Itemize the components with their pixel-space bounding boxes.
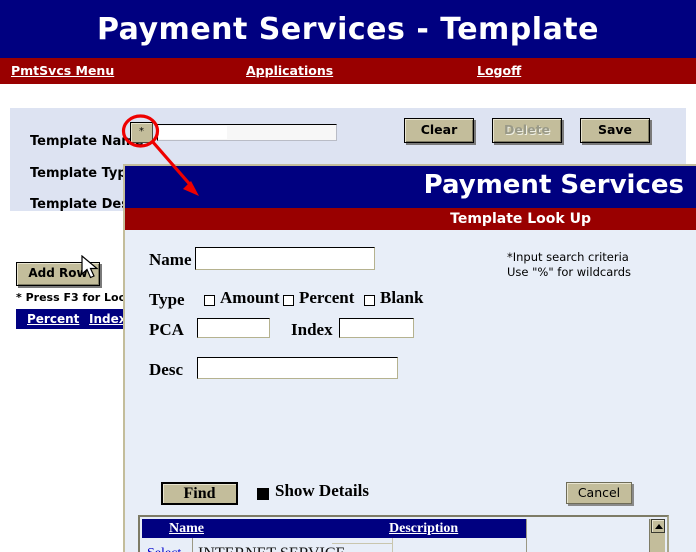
delete-button: Delete (492, 118, 562, 143)
application-page: Payment Services - Template PmtSvcs Menu… (0, 0, 696, 552)
mouse-cursor-icon (81, 255, 99, 279)
show-details-label: Show Details (275, 481, 369, 500)
dialog-desc-label: Desc (149, 360, 183, 379)
lookup-results-inner: Select HEATING Select INTERNET SERVICE (142, 519, 649, 552)
dialog-name-input[interactable] (195, 247, 375, 270)
template-name-input[interactable] (157, 124, 337, 141)
page-banner: Payment Services - Template (0, 0, 696, 58)
cancel-button[interactable]: Cancel (566, 482, 632, 504)
results-column-divider (526, 519, 527, 552)
detail-grid-header: Percent Index* (16, 309, 133, 329)
row-gridline-vertical (392, 544, 393, 552)
table-row[interactable]: Select INTERNET SERVICE (142, 544, 526, 552)
template-desc-label: Template Desc (30, 197, 137, 212)
template-name-label: Template Name (30, 134, 144, 149)
dialog-body: Name Type Amount Percent Blank PCA Index… (125, 230, 696, 552)
dialog-title: Payment Services (423, 170, 684, 200)
dialog-index-label: Index (291, 320, 333, 339)
template-name-lookup-button[interactable]: * (130, 122, 153, 143)
dialog-type-percent-label: Percent (299, 288, 355, 307)
dialog-index-input[interactable] (339, 318, 414, 338)
template-name-input-highlight (159, 126, 227, 139)
dialog-type-blank-checkbox[interactable] (364, 295, 375, 306)
template-type-label: Template Typ (30, 166, 127, 181)
dialog-type-amount-label: Amount (220, 288, 280, 307)
search-criteria-hint: *Input search criteria Use "%" for wildc… (507, 250, 631, 280)
results-vertical-scrollbar[interactable] (649, 519, 665, 552)
row-name: INTERNET SERVICE (198, 545, 345, 552)
nav-link-applications[interactable]: Applications (246, 63, 333, 78)
dialog-name-label: Name (149, 250, 192, 269)
lookup-results-panel: Select HEATING Select INTERNET SERVICE (138, 515, 669, 552)
clear-button[interactable]: Clear (404, 118, 474, 143)
dialog-type-label: Type (149, 290, 185, 309)
save-button[interactable]: Save (580, 118, 650, 143)
dialog-pca-label: PCA (149, 320, 184, 339)
results-table-header: Name Description (142, 519, 526, 538)
chevron-up-icon (655, 524, 663, 529)
dialog-desc-input[interactable] (197, 357, 398, 379)
dialog-type-percent-checkbox[interactable] (283, 295, 294, 306)
show-details-checkbox[interactable] (257, 488, 269, 500)
detail-grid-header-percent[interactable]: Percent (27, 312, 79, 326)
scrollbar-up-button[interactable] (651, 519, 665, 533)
search-criteria-hint-line2: Use "%" for wildcards (507, 265, 632, 279)
dialog-banner: Payment Services (125, 166, 696, 208)
dialog-type-blank-label: Blank (380, 288, 424, 307)
results-column-header-description[interactable]: Description (389, 521, 458, 537)
template-lookup-dialog: Payment Services Template Look Up Name T… (123, 164, 696, 552)
results-column-header-name[interactable]: Name (169, 521, 204, 537)
find-button[interactable]: Find (161, 482, 238, 505)
row-separator (192, 544, 193, 552)
page-title: Payment Services - Template (97, 11, 599, 47)
dialog-subtitle: Template Look Up (450, 211, 591, 227)
nav-link-pmtsvcs-menu[interactable]: PmtSvcs Menu (11, 63, 114, 78)
row-select-link[interactable]: Select (147, 546, 189, 552)
dialog-subbar: Template Look Up (125, 208, 696, 230)
main-navbar: PmtSvcs Menu Applications Logoff (0, 58, 696, 84)
dialog-type-amount-checkbox[interactable] (204, 295, 215, 306)
nav-link-logoff[interactable]: Logoff (477, 63, 521, 78)
dialog-pca-input[interactable] (197, 318, 270, 338)
search-criteria-hint-line1: *Input search criteria (507, 250, 629, 264)
